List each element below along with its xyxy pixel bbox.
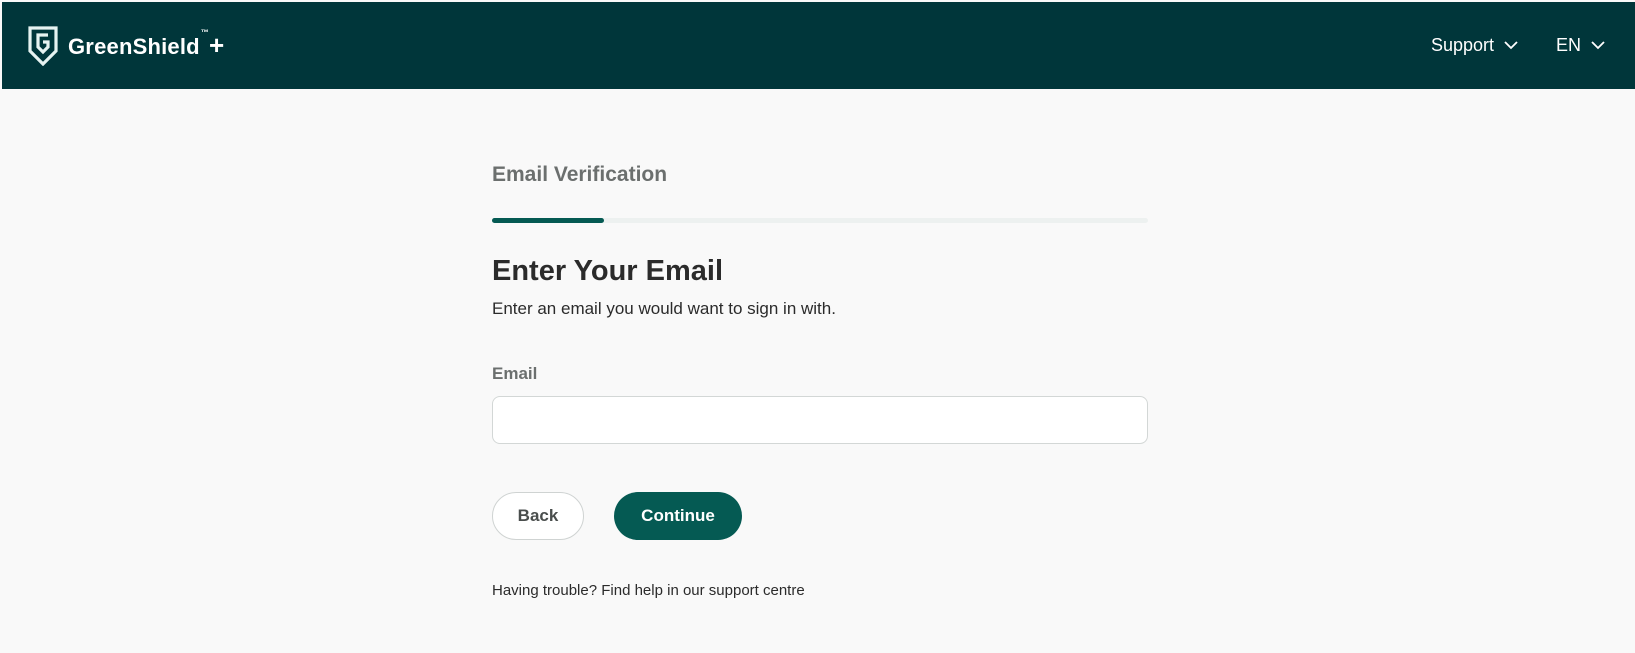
- header-nav: Support EN: [1431, 35, 1605, 56]
- brand-logo-link[interactable]: GreenShield™+: [28, 25, 225, 66]
- email-field[interactable]: [492, 396, 1148, 444]
- top-header: GreenShield™+ Support EN: [2, 2, 1635, 89]
- step-title: Email Verification: [492, 163, 668, 186]
- back-button[interactable]: Back: [492, 492, 584, 540]
- continue-button[interactable]: Continue: [614, 492, 742, 540]
- email-verification-form: Email Verification Enter Your Email Ente…: [492, 160, 1148, 602]
- brand-plus: +: [209, 30, 225, 60]
- support-menu[interactable]: Support: [1431, 35, 1518, 56]
- brand-name: GreenShield™+: [68, 28, 225, 60]
- language-menu-label: EN: [1555, 35, 1581, 55]
- trademark-mark: ™: [200, 28, 209, 37]
- support-help-text: Having trouble? Find help in our support…: [492, 580, 1148, 602]
- form-actions: Back Continue: [492, 492, 1148, 540]
- support-menu-label: Support: [1430, 35, 1494, 55]
- chevron-down-icon: [1591, 41, 1605, 50]
- page-subtext: Enter an email you would want to sign in…: [492, 299, 836, 318]
- progress-bar: [492, 218, 1148, 223]
- progress-bar-fill: [492, 218, 604, 223]
- email-field-label: Email: [492, 364, 538, 383]
- page-heading: Enter Your Email: [492, 255, 723, 287]
- chevron-down-icon: [1504, 41, 1518, 50]
- shield-g-icon: [28, 25, 58, 66]
- language-menu[interactable]: EN: [1556, 35, 1605, 56]
- support-centre-link[interactable]: Having trouble? Find help in our support…: [492, 582, 805, 599]
